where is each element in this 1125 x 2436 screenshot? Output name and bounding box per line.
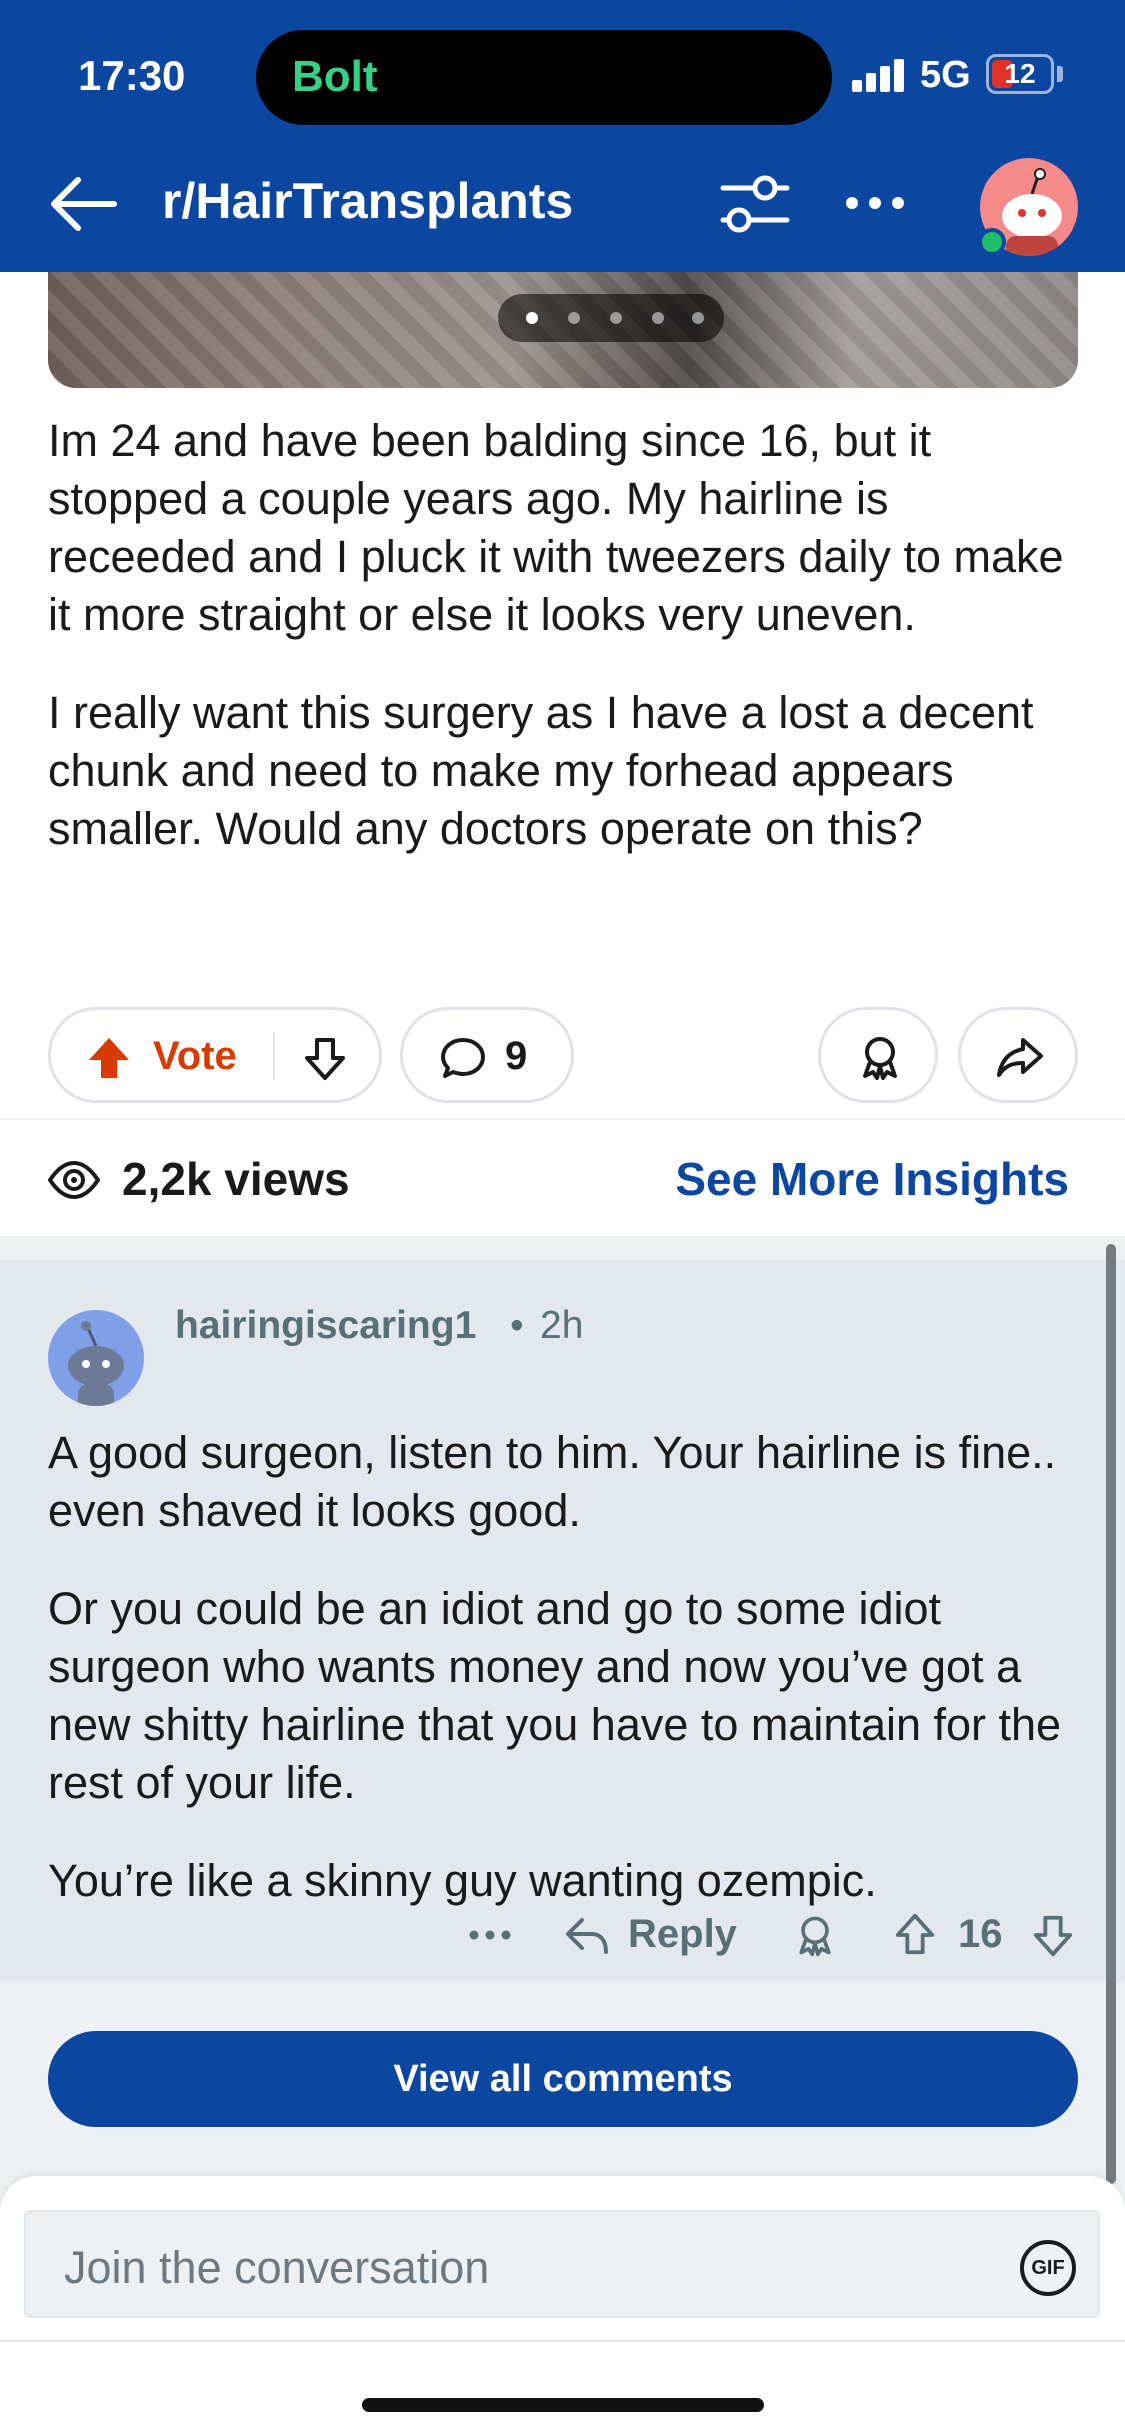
comment-age: 2h bbox=[540, 1304, 584, 1347]
comment-score: 16 bbox=[958, 1912, 1003, 1956]
dynamic-island: Bolt bbox=[256, 30, 832, 125]
back-arrow-icon bbox=[51, 177, 117, 231]
divider bbox=[0, 2340, 1125, 2342]
composer-placeholder: Join the conversation bbox=[64, 2242, 490, 2293]
more-options-button[interactable] bbox=[840, 168, 910, 238]
filter-button[interactable] bbox=[715, 170, 795, 240]
post-paragraph: I really want this surgery as I have a l… bbox=[48, 687, 1034, 854]
gif-icon[interactable]: GIF bbox=[1020, 2240, 1076, 2296]
vote-separator bbox=[273, 1032, 275, 1080]
upvote-icon[interactable] bbox=[892, 1912, 938, 1958]
carousel-indicator bbox=[498, 294, 724, 342]
signal-icon bbox=[852, 58, 910, 92]
battery-level: 12 bbox=[1004, 58, 1036, 89]
filter-icon bbox=[720, 175, 790, 233]
comment-composer: Join the conversation GIF bbox=[0, 2176, 1125, 2436]
comment-actions: Reply 16 bbox=[0, 1900, 1125, 1970]
online-status-dot bbox=[978, 228, 1006, 256]
back-button[interactable] bbox=[44, 168, 124, 240]
comment-count: 9 bbox=[505, 1034, 528, 1078]
home-indicator[interactable] bbox=[362, 2398, 764, 2412]
more-icon bbox=[846, 197, 904, 209]
comment-more-button[interactable] bbox=[460, 1910, 520, 1960]
view-all-comments-button[interactable]: View all comments bbox=[48, 2031, 1078, 2127]
status-time: 17:30 bbox=[78, 52, 186, 99]
comment-icon bbox=[439, 1034, 487, 1082]
comment-paragraph: Or you could be an idiot and go to some … bbox=[48, 1583, 1062, 1808]
reply-button[interactable]: Reply bbox=[628, 1912, 737, 1957]
award-button[interactable] bbox=[818, 1007, 938, 1103]
snoo-avatar-icon bbox=[68, 1321, 124, 1406]
insights-bar: 2,2k views See More Insights bbox=[0, 1118, 1125, 1236]
subreddit-title[interactable]: r/HairTransplants bbox=[162, 172, 573, 230]
see-more-insights-link[interactable]: See More Insights bbox=[675, 1152, 1069, 1206]
join-conversation-input[interactable]: Join the conversation GIF bbox=[24, 2210, 1100, 2318]
comment-username[interactable]: hairingiscaring1 bbox=[175, 1304, 476, 1348]
upvote-icon bbox=[89, 1038, 129, 1078]
scrollbar[interactable] bbox=[1106, 1244, 1116, 2184]
island-app-label: Bolt bbox=[292, 52, 378, 101]
post-paragraph: Im 24 and have been balding since 16, bu… bbox=[48, 415, 1064, 640]
award-icon[interactable] bbox=[792, 1912, 838, 1958]
views-icon bbox=[47, 1156, 101, 1204]
network-type: 5G bbox=[920, 54, 971, 96]
upvote-button[interactable] bbox=[85, 1034, 133, 1082]
comment-card: hairingiscaring1 • 2h A good surgeon, li… bbox=[0, 1260, 1125, 1982]
app-header: 17:30 Bolt 5G 12 r/HairTransplants bbox=[0, 0, 1125, 272]
award-icon bbox=[855, 1032, 905, 1082]
downvote-icon[interactable] bbox=[1030, 1912, 1076, 1958]
reply-icon[interactable] bbox=[562, 1912, 610, 1958]
view-count: 2,2k views bbox=[122, 1153, 350, 1205]
share-button[interactable] bbox=[958, 1007, 1078, 1103]
share-icon bbox=[995, 1032, 1045, 1082]
meta-separator: • bbox=[510, 1304, 524, 1347]
comment-body: A good surgeon, listen to him. Your hair… bbox=[48, 1424, 1088, 1950]
vote-label: Vote bbox=[153, 1034, 237, 1078]
battery-icon: 12 bbox=[986, 54, 1054, 94]
commenter-avatar[interactable] bbox=[48, 1310, 144, 1406]
downvote-button[interactable] bbox=[301, 1034, 349, 1082]
comments-button[interactable]: 9 bbox=[400, 1007, 574, 1103]
post-image-carousel[interactable] bbox=[48, 272, 1078, 388]
vote-pill: Vote bbox=[48, 1007, 382, 1103]
battery-cap bbox=[1057, 66, 1063, 82]
downvote-icon bbox=[305, 1038, 345, 1080]
more-icon bbox=[469, 1930, 511, 1940]
post-body: Im 24 and have been balding since 16, bu… bbox=[48, 412, 1078, 898]
comment-paragraph: A good surgeon, listen to him. Your hair… bbox=[48, 1427, 1057, 1536]
